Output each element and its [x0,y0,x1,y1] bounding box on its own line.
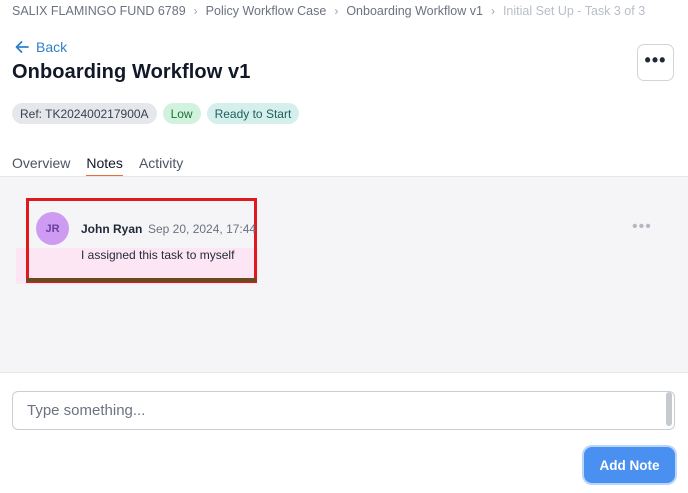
chevron-right-icon: › [490,4,495,18]
priority-badge: Low [162,103,201,124]
note-text: I assigned this task to myself [81,248,235,262]
chevron-right-icon: › [334,4,339,18]
tab-bar: Overview Notes Activity [12,155,183,177]
breadcrumb-item-case[interactable]: Policy Workflow Case [206,4,327,18]
note-input-wrapper [12,391,675,430]
more-options-button[interactable]: ••• [637,44,674,81]
page-title: Onboarding Workflow v1 [12,61,251,83]
tab-overview[interactable]: Overview [12,155,70,177]
note-timestamp: Sep 20, 2024, 17:44 [148,222,257,236]
reference-badge: Ref: TK202400217900A [12,103,157,124]
back-label: Back [36,39,68,55]
breadcrumb-item-workflow[interactable]: Onboarding Workflow v1 [346,4,483,18]
note-input[interactable] [13,392,674,429]
note-author: John Ryan [81,222,143,236]
note-menu-icon[interactable]: ••• [632,218,652,236]
note-highlight-edge [26,278,257,282]
back-link[interactable]: Back [14,39,67,55]
breadcrumb-item-current: Initial Set Up - Task 3 of 3 [502,4,646,18]
status-badge: Ready to Start [206,103,300,124]
arrow-left-icon [15,41,29,53]
breadcrumb-item-fund[interactable]: SALIX FLAMINGO FUND 6789 [12,4,186,18]
input-scrollbar[interactable] [666,392,672,426]
avatar: JR [36,212,69,245]
badge-row: Ref: TK202400217900A Low Ready to Start [12,103,300,124]
tab-activity[interactable]: Activity [139,155,183,177]
tab-notes[interactable]: Notes [86,155,123,177]
add-note-button[interactable]: Add Note [584,447,675,483]
ellipsis-icon: ••• [644,49,667,70]
breadcrumb: SALIX FLAMINGO FUND 6789 › Policy Workfl… [12,4,645,18]
chevron-right-icon: › [193,4,198,18]
